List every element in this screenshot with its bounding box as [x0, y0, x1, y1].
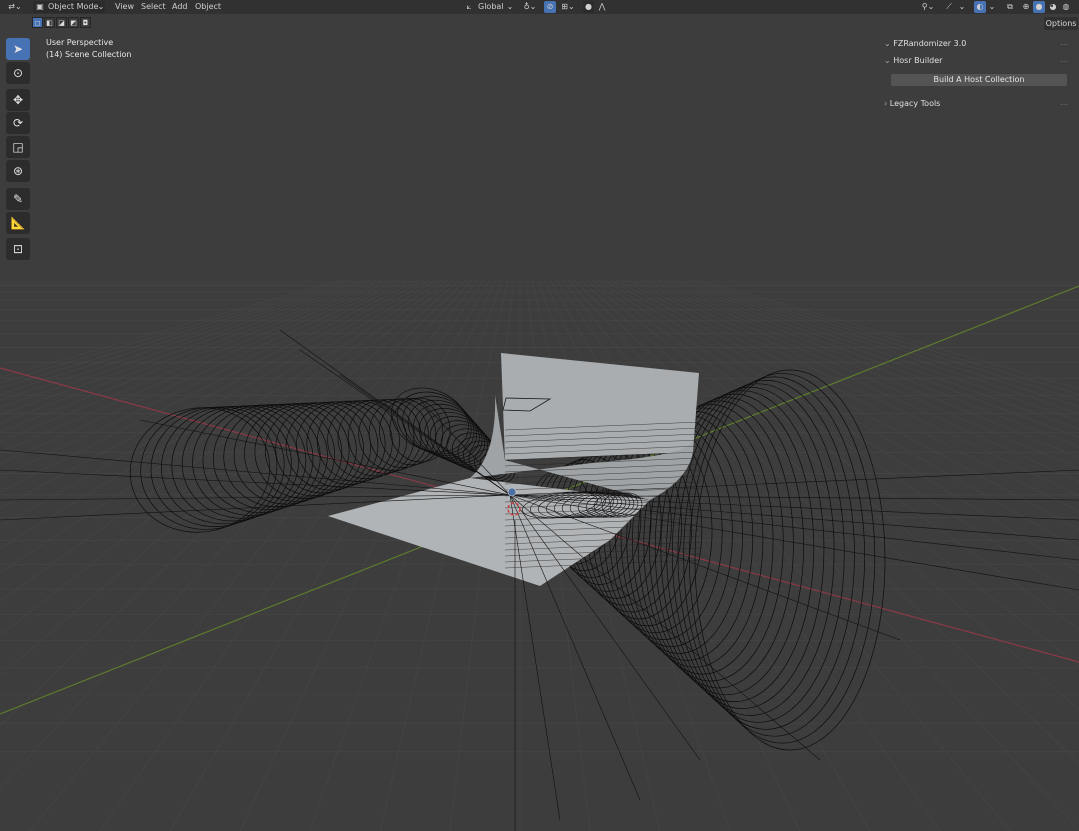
- grid-line: [675, 279, 1079, 414]
- grid-line: [561, 279, 1011, 831]
- grid-line: [627, 279, 1079, 497]
- grid-line: [0, 279, 365, 401]
- select-new-icon[interactable]: ◻: [32, 17, 43, 28]
- grid-line: [0, 279, 413, 478]
- grid-line: [555, 279, 941, 831]
- visibility-icon[interactable]: ⚲⌄: [918, 1, 938, 13]
- options-button[interactable]: Options: [1044, 17, 1078, 30]
- orientation-label[interactable]: Global: [478, 1, 504, 13]
- 3d-viewport[interactable]: [0, 0, 1079, 831]
- menu-object[interactable]: Object: [195, 1, 221, 13]
- select-box-icon[interactable]: ➤: [6, 38, 30, 60]
- grid-line: [0, 279, 419, 493]
- grid-line: [633, 279, 1079, 482]
- select-extend-icon[interactable]: ◧: [44, 17, 55, 28]
- build-host-collection-button[interactable]: Build A Host Collection: [891, 74, 1067, 86]
- select-subtract-icon[interactable]: ◪: [56, 17, 67, 28]
- measure-icon[interactable]: 📐: [6, 212, 30, 234]
- mode-label: Object Mode: [48, 2, 99, 11]
- grid-line: [0, 279, 359, 395]
- wire-ring: [671, 383, 845, 723]
- rendered-shading-icon[interactable]: ◍: [1060, 1, 1072, 13]
- chevron-down-icon: ⌄: [884, 56, 894, 65]
- xray-icon[interactable]: ⧉: [1004, 1, 1016, 13]
- chevron-down-icon: ⌄: [506, 2, 514, 11]
- grid-line: [603, 279, 1079, 573]
- rotate-icon[interactable]: ⟳: [6, 112, 30, 134]
- proportional-edit-icon: ●: [585, 2, 592, 11]
- annotate-icon[interactable]: ✎: [6, 188, 30, 210]
- grid-line: [687, 279, 1079, 401]
- grid-line: [621, 279, 1079, 512]
- overlay-icon: ◐: [976, 2, 984, 11]
- viewport-header: ⇄⌄ ▣ Object Mode ⌄ View Select Add Objec…: [0, 0, 1079, 14]
- grid-line: [169, 279, 491, 831]
- add-cube-icon[interactable]: ⊡: [6, 238, 30, 260]
- grid-line: [0, 279, 443, 574]
- wire-ray: [509, 494, 821, 761]
- editor-type-icon[interactable]: ⇄⌄: [4, 1, 26, 13]
- chevron-down-icon: ⌄: [958, 2, 966, 11]
- snap-icon: ⊘: [546, 2, 554, 11]
- orientation-icon: ⟀: [466, 2, 472, 11]
- grid-line: [597, 279, 1079, 599]
- legacy-title: Legacy Tools: [889, 99, 941, 108]
- drag-handle-icon[interactable]: ⋯: [1060, 100, 1068, 109]
- grid-line: [0, 279, 407, 465]
- move-icon[interactable]: ✥: [6, 89, 30, 111]
- grid-line: [639, 279, 1079, 470]
- snap-target-icon[interactable]: ⊞⌄: [558, 1, 578, 13]
- solid-shading-icon: ●: [1035, 2, 1043, 11]
- grid-line: [0, 279, 461, 677]
- grid-line: [0, 279, 377, 416]
- chevron-down-icon: ⌄: [988, 2, 996, 11]
- grid-line: [0, 279, 341, 378]
- select-invert-icon[interactable]: ◩: [68, 17, 79, 28]
- menu-select[interactable]: Select: [141, 1, 166, 13]
- grid-line: [0, 279, 401, 453]
- grid-line: [0, 279, 467, 727]
- grid-line: [99, 279, 485, 831]
- perspective-label: User Perspective: [46, 38, 114, 47]
- chevron-down-icon: ⌄: [97, 2, 105, 11]
- viewport-scene[interactable]: [0, 0, 1079, 831]
- transform-icon[interactable]: ⊛: [6, 160, 30, 182]
- menu-view[interactable]: View: [115, 1, 134, 13]
- object-origin: [507, 487, 517, 497]
- object-mode-icon: ▣: [36, 2, 44, 11]
- grid-line: [567, 279, 1079, 831]
- select-intersect-icon[interactable]: ◘: [80, 17, 91, 28]
- gizmo-icon[interactable]: ⟋: [942, 1, 956, 13]
- wire-ring: [306, 400, 393, 485]
- hosr-builder-header[interactable]: ⌄ Hosr Builder: [884, 55, 942, 67]
- menu-add[interactable]: Add: [172, 1, 188, 13]
- addon-panel-header[interactable]: ⌄ FZRandomizer 3.0: [884, 38, 966, 50]
- legacy-tools-header[interactable]: › Legacy Tools: [884, 98, 940, 110]
- scale-icon[interactable]: ◲: [6, 136, 30, 158]
- grid-line: [579, 279, 1079, 711]
- grid-line: [651, 279, 1079, 448]
- wire-ring: [212, 404, 328, 511]
- cursor-icon[interactable]: ⊙: [6, 62, 30, 84]
- section-title: Hosr Builder: [893, 56, 943, 65]
- chevron-down-icon: ⌄: [884, 39, 894, 48]
- collection-label: (14) Scene Collection: [46, 50, 132, 59]
- wireframe-shading-icon[interactable]: ⊕: [1020, 1, 1032, 13]
- material-shading-icon[interactable]: ◕: [1047, 1, 1059, 13]
- grid-line: [29, 279, 479, 831]
- drag-handle-icon[interactable]: ⋯: [1060, 57, 1068, 66]
- grid-line: [549, 279, 871, 831]
- pivot-point-icon[interactable]: ♁⌄: [520, 1, 540, 13]
- addon-title: FZRandomizer 3.0: [893, 39, 967, 48]
- grid-line: [0, 279, 383, 424]
- wire-ray: [0, 469, 511, 496]
- falloff-icon[interactable]: ⋀: [597, 1, 607, 13]
- grid-line: [0, 279, 371, 408]
- grid-line: [699, 279, 1079, 390]
- grid-line: [0, 279, 395, 442]
- drag-handle-icon[interactable]: ⋯: [1060, 40, 1068, 49]
